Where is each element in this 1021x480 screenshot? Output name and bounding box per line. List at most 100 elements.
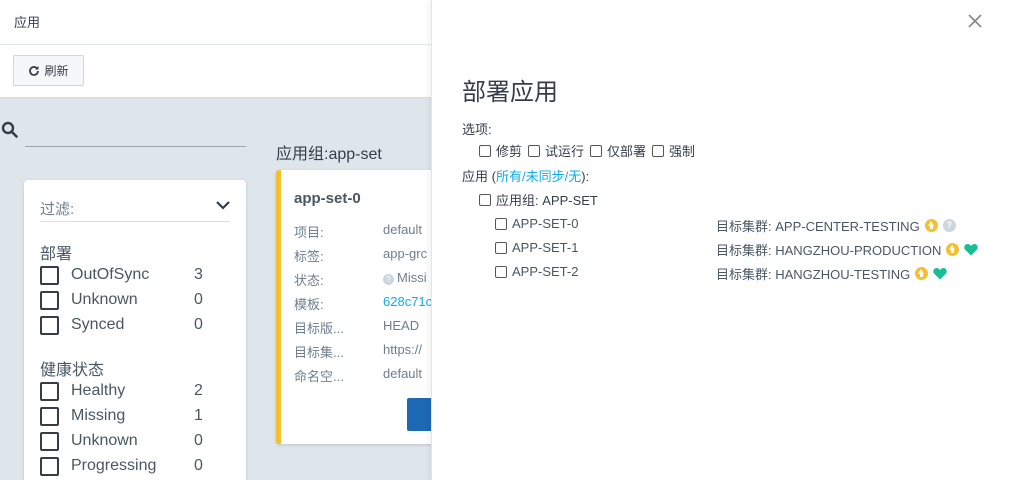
filter-option-unknown-sync[interactable]: Unknown 0 [40, 289, 220, 311]
card-key: 状态: [294, 273, 324, 288]
filter-option-label: Synced [71, 316, 125, 333]
option-apply-only[interactable]: 仅部署 [590, 141, 646, 160]
app-group-label: 应用组: APP-SET [496, 193, 598, 208]
filter-option-label: Missing [71, 407, 126, 424]
filter-option-synced[interactable]: Synced 0 [40, 314, 220, 336]
option-label: 仅部署 [607, 144, 647, 159]
select-none-link[interactable]: 无 [568, 169, 581, 184]
card-row-project: 项目: default [294, 222, 454, 240]
card-row-status: 状态:? Missi [294, 270, 454, 288]
apps-label-text: 应用 ( [462, 169, 496, 184]
heart-icon [933, 268, 947, 280]
app-row: APP-SET-2 目标集群: HANGZHOU-TESTING [495, 264, 1015, 283]
card-value: app-grc [383, 246, 428, 261]
select-all-link[interactable]: 所有 [496, 169, 522, 184]
checkbox[interactable] [40, 381, 59, 401]
app-row: APP-SET-1 目标集群: HANGZHOU-PRODUCTION [495, 240, 1015, 258]
refresh-button[interactable]: 刷新 [13, 55, 84, 86]
filter-option-count: 3 [194, 266, 203, 283]
checkbox[interactable] [528, 144, 541, 157]
filter-option-outofsync[interactable]: OutOfSync 3 [40, 264, 220, 286]
filter-option-missing[interactable]: Missing 1 [40, 405, 220, 427]
option-force[interactable]: 强制 [652, 141, 695, 160]
template-link[interactable]: 628c71c [383, 294, 432, 309]
app-name: APP-SET-1 [512, 240, 579, 255]
card-value: Missi [397, 270, 427, 285]
refresh-label: 刷新 [44, 64, 69, 78]
filter-option-label: Unknown [71, 432, 138, 449]
filter-panel: 过滤: 部署 OutOfSync 3 Unknown 0 Synced 0 健康状态 … [24, 180, 246, 480]
option-dry-run[interactable]: 试运行 [528, 141, 584, 160]
card-key: 模板: [294, 297, 324, 312]
card-row-labels: 标签: app-grc [294, 246, 454, 264]
app-checkbox[interactable]: APP-SET-1 [495, 240, 578, 255]
filter-header-label: 过滤: [40, 201, 75, 218]
app-row: APP-SET-0 目标集群: APP-CENTER-TESTING? [495, 216, 1015, 235]
app-target: 目标集群: APP-CENTER-TESTING? [716, 216, 956, 235]
card-key: 目标版... [294, 321, 344, 336]
card-value: default [383, 366, 423, 381]
filter-option-unknown-health[interactable]: Unknown 0 [40, 430, 220, 452]
card-status-value: ? Missi [383, 270, 427, 285]
filter-option-count: 0 [194, 432, 203, 449]
app-target: 目标集群: HANGZHOU-TESTING [716, 264, 947, 283]
app-card[interactable]: app-set-0 项目: default 标签: app-grc 状态:? Miss… [276, 170, 447, 444]
checkbox[interactable] [495, 217, 507, 230]
app-group-checkbox[interactable]: 应用组: APP-SET [479, 190, 598, 209]
filter-option-label: Progressing [71, 457, 157, 474]
filter-header[interactable]: 过滤: [40, 198, 230, 222]
card-row-namespace: 命名空... default [294, 366, 454, 384]
sync-options: 修剪 试运行 仅部署 强制 [479, 141, 695, 160]
filter-option-label: Unknown [71, 291, 138, 308]
checkbox[interactable] [40, 315, 59, 335]
checkbox[interactable] [495, 241, 507, 254]
options-label: 选项: [462, 122, 492, 137]
app-card-name[interactable]: app-set-0 [294, 190, 361, 207]
filter-option-count: 1 [194, 407, 203, 424]
close-icon[interactable] [967, 13, 983, 29]
option-label: 强制 [669, 144, 696, 159]
checkbox[interactable] [652, 144, 665, 157]
checkbox[interactable] [479, 144, 491, 157]
target-cluster: 目标集群: APP-CENTER-TESTING [716, 219, 920, 234]
option-label: 修剪 [496, 144, 523, 159]
app-group-title: 应用组:app-set [276, 146, 382, 163]
search-bar[interactable] [0, 112, 250, 148]
checkbox[interactable] [40, 431, 59, 451]
out-of-sync-icon [946, 243, 960, 256]
checkbox[interactable] [495, 265, 507, 278]
checkbox[interactable] [479, 193, 491, 206]
checkbox[interactable] [590, 144, 603, 157]
card-value: HEAD [383, 318, 420, 333]
search-icon [1, 121, 18, 138]
top-bar: 应用 [0, 0, 431, 45]
checkbox[interactable] [40, 265, 59, 285]
unknown-health-icon: ? [942, 219, 956, 232]
filter-option-count: 0 [194, 457, 203, 474]
page-title: 应用 [14, 15, 41, 30]
card-key: 项目: [294, 225, 324, 240]
sync-panel: 部署应用 选项: 修剪 试运行 仅部署 强制 应用 (所有/未同步/无): 应用… [431, 0, 1021, 480]
card-key: 命名空... [294, 369, 344, 384]
filter-option-label: OutOfSync [71, 266, 150, 283]
filter-option-progressing[interactable]: Progressing 0 [40, 455, 220, 477]
checkbox[interactable] [40, 456, 59, 476]
checkbox[interactable] [40, 406, 59, 426]
apps-selector-label: 应用 (所有/未同步/无): [462, 166, 589, 185]
search-input[interactable] [25, 146, 246, 147]
apps-label-text: ): [581, 169, 590, 184]
heart-icon [964, 244, 979, 256]
card-key: 标签: [294, 249, 324, 264]
app-checkbox[interactable]: APP-SET-0 [495, 216, 578, 231]
card-row-target-revision: 目标版... HEAD [294, 318, 454, 336]
option-prune[interactable]: 修剪 [479, 141, 522, 160]
app-checkbox[interactable]: APP-SET-2 [495, 264, 578, 279]
refresh-icon [29, 65, 40, 76]
card-key: 目标集... [294, 345, 344, 360]
chevron-down-icon[interactable] [216, 200, 230, 210]
select-out-of-sync-link[interactable]: 未同步 [526, 169, 565, 184]
checkbox[interactable] [40, 290, 59, 310]
filter-option-healthy[interactable]: Healthy 2 [40, 380, 220, 402]
question-icon: ? [383, 274, 394, 285]
health-filter-title: 健康状态 [40, 362, 105, 379]
